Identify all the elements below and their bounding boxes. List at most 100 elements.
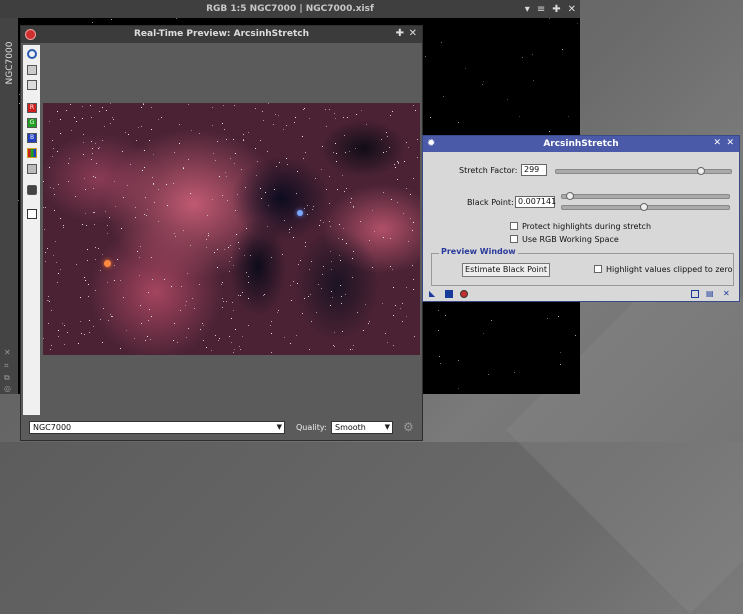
drag-icon[interactable]: ✕ [4,348,14,357]
preview-close-x-icon[interactable]: ✕ [409,28,417,39]
star [271,321,272,322]
star [217,141,218,142]
realtime-preview-icon[interactable] [460,290,468,298]
star [233,265,234,266]
zoom-out-icon[interactable] [27,80,37,90]
star [185,305,186,306]
star [90,105,91,106]
zoom-in-icon[interactable] [27,65,37,75]
star [390,115,391,116]
dialog-close-icon[interactable]: ✕ [726,138,734,148]
info-icon[interactable]: ◎ [4,384,14,393]
black-point-label: Black Point: [467,198,514,207]
browse-docs-icon[interactable] [691,290,699,298]
new-window-icon[interactable] [27,209,37,219]
star [382,303,383,304]
star [417,157,418,158]
rgb-channel-icon[interactable] [27,148,37,158]
black-point-fine-slider[interactable] [561,203,730,211]
star [82,118,83,119]
luminance-icon[interactable] [27,164,37,174]
star [560,352,561,353]
star [190,245,191,246]
star [297,171,298,172]
star [58,336,59,337]
stretch-factor-label: Stretch Factor: [459,166,518,175]
view-side-tab-label: NGC7000 [5,41,15,85]
highlight-clipped-checkbox[interactable] [594,265,602,273]
stretch-factor-input[interactable]: 299 [521,164,547,176]
star [325,109,326,110]
star [60,133,61,134]
star [331,261,332,262]
gear-icon[interactable]: ⚙ [403,420,414,434]
star [417,139,418,140]
apply-icon[interactable] [445,290,453,298]
star [49,167,50,168]
new-instance-icon[interactable]: ◣ [429,290,437,298]
black-point-coarse-slider[interactable] [561,192,730,200]
crop-icon[interactable]: ⌗ [4,361,14,370]
dialog-settings-icon[interactable]: ✹ [427,138,435,149]
star [53,148,54,149]
star [264,294,265,295]
maximize-icon[interactable]: ✚ [552,4,560,15]
black-point-fine-knob[interactable] [640,203,648,211]
star [207,215,208,216]
star [127,185,128,186]
red-channel-icon[interactable]: R [27,103,37,113]
preview-maximize-icon[interactable]: ✚ [396,28,404,39]
star [226,301,227,302]
pin-icon[interactable]: ▾ [525,4,530,15]
star [507,99,508,100]
star [187,273,188,274]
star [296,193,297,194]
star [111,19,112,20]
reset-icon[interactable]: ✕ [723,290,731,298]
star [68,181,69,182]
clone-icon[interactable]: ⧉ [4,373,14,382]
stretch-factor-slider[interactable] [555,167,732,175]
star [51,345,52,346]
star [238,242,239,243]
preview-close-icon[interactable] [25,29,36,40]
document-icon[interactable]: ▤ [706,290,714,298]
view-side-tab[interactable]: NGC7000 ✕ ⌗ ⧉ ◎ [0,18,18,394]
star [246,228,247,229]
star [383,192,384,193]
rgb-working-space-checkbox[interactable] [510,235,518,243]
star [199,284,200,285]
star [298,264,299,265]
star [307,214,308,215]
stretch-factor-knob[interactable] [697,167,705,175]
dialog-shade-icon[interactable]: ✕ [713,138,721,148]
star [234,349,235,350]
snapshot-icon[interactable] [27,185,37,195]
black-point-coarse-knob[interactable] [566,192,574,200]
star [144,150,145,151]
quality-select[interactable]: Smooth ▼ [331,421,393,434]
blue-channel-icon[interactable]: B [27,133,37,143]
star [332,297,333,298]
protect-highlights-checkbox[interactable] [510,222,518,230]
star [339,255,340,256]
estimate-black-point-button[interactable]: Estimate Black Point [462,263,550,277]
star [112,316,113,317]
zoom-fit-icon[interactable] [27,49,37,59]
star [138,127,139,128]
star [283,129,284,130]
star [344,191,345,192]
star [248,282,249,283]
green-channel-icon[interactable]: G [27,118,37,128]
star [87,249,88,250]
star [141,323,142,324]
star [408,241,409,242]
close-icon[interactable]: ✕ [568,4,576,15]
star [350,349,351,350]
view-selector[interactable]: NGC7000 ▼ [29,421,285,434]
black-point-input[interactable]: 0.007141 [515,196,556,208]
star [217,267,218,268]
star [226,176,227,177]
shade-icon[interactable]: ≡ [537,4,545,15]
star [350,202,351,203]
